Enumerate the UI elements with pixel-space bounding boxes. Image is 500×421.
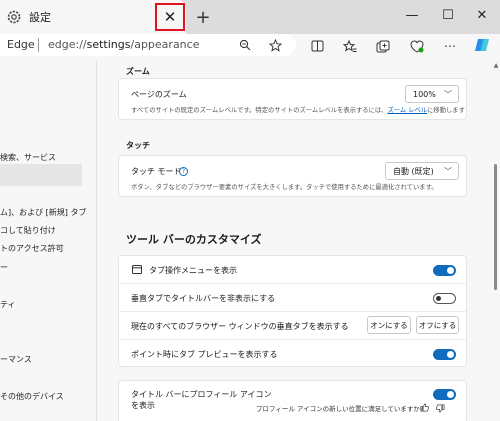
help-icon[interactable]: ?	[179, 167, 188, 176]
toolbar-row-label: 垂直タブでタイトルバーを非表示にする	[131, 294, 276, 303]
page-zoom-value: 100%	[413, 89, 436, 99]
zoom-card: ページのズーム すべてのサイトの既定のズームレベルです。特定のサイトのズームレベ…	[118, 78, 467, 120]
row-divider	[119, 339, 466, 340]
site-label: Edge	[7, 38, 35, 51]
feedback-prompt: プロフィール アイコンの新しい位置に満足していますか?	[256, 405, 424, 413]
chevron-down-icon: ﹀	[444, 167, 452, 176]
favorites-icon[interactable]	[341, 37, 359, 55]
settings-sidebar: 検索、サービス ム]、および [新規] タブ コして貼り付け トのアクセス許可 …	[0, 60, 96, 421]
sidebar-item-start-home-newtab[interactable]: ム]、および [新規] タブ	[0, 207, 86, 218]
touch-mode-description: ボタン、タブなどのブラウザー要素のサイズを大きくします。タッチで使用するために最…	[131, 184, 438, 191]
thumbs-up-icon[interactable]	[418, 401, 430, 413]
minimize-button[interactable]: —	[398, 4, 426, 26]
omnibox[interactable]: Edge edge://settings/appearance	[0, 34, 296, 56]
sidebar-item-search-services[interactable]: 検索、サービス	[0, 152, 56, 163]
profile-icon-label-line1: タイトル バーにプロフィール アイコン	[131, 390, 272, 399]
toolbar-card: タブ操作メニューを表示 垂直タブでタイトルバーを非表示にする 現在のすべてのブラ…	[118, 255, 467, 367]
vertical-tabs-off-button[interactable]: オフにする	[416, 316, 459, 334]
scrollbar-thumb[interactable]	[494, 164, 497, 290]
url-text[interactable]: edge://settings/appearance	[48, 38, 199, 51]
zoom-icon[interactable]	[236, 36, 254, 54]
sidebar-item-performance[interactable]: ーマンス	[0, 354, 32, 365]
profile-icon-card: タイトル バーにプロフィール アイコン を表示	[118, 380, 467, 421]
tab-title: 設定	[29, 11, 51, 24]
chevron-down-icon: ﹀	[444, 90, 452, 99]
page-zoom-label: ページのズーム	[131, 90, 187, 99]
row-divider	[119, 283, 466, 284]
scroll-up-arrow-icon[interactable]: ▲	[492, 62, 500, 69]
thumbs-down-icon[interactable]	[434, 402, 446, 414]
page-zoom-select[interactable]: 100% ﹀	[405, 85, 459, 103]
page-scrollbar[interactable]: ▲	[492, 60, 500, 421]
zoom-levels-link[interactable]: ズーム レベル	[387, 107, 427, 114]
touch-mode-value: 自動 (既定)	[393, 166, 434, 176]
browser-essentials-icon[interactable]	[408, 37, 426, 55]
omnibox-divider	[38, 38, 39, 52]
touch-mode-select[interactable]: 自動 (既定) ﹀	[385, 162, 459, 180]
settings-main: ズーム ページのズーム すべてのサイトの既定のズームレベルです。特定のサイトのズ…	[96, 60, 492, 421]
sidebar-item-downloads[interactable]: ー	[0, 262, 8, 273]
close-tab-button[interactable]: ✕	[155, 3, 185, 31]
collections-icon[interactable]	[374, 37, 392, 55]
customize-toolbar-title: ツール バーのカスタマイズ	[126, 233, 262, 246]
title-bar: 設定 ✕ + — ☐ ✕	[0, 0, 500, 34]
toolbar-row-label: タブ操作メニューを表示	[149, 266, 237, 275]
copilot-icon[interactable]	[473, 36, 491, 54]
toolbar-row-label: ポイント時にタブ プレビューを表示する	[131, 350, 278, 359]
vertical-tabs-on-button[interactable]: オンにする	[367, 316, 411, 334]
tab-preview-toggle[interactable]	[433, 349, 456, 360]
touch-mode-label: タッチ モード	[131, 167, 182, 176]
new-tab-button[interactable]: +	[192, 6, 214, 28]
split-screen-icon[interactable]	[308, 37, 326, 55]
tab-actions-menu-icon	[132, 265, 142, 274]
sidebar-item-appearance[interactable]	[0, 164, 82, 186]
hide-title-bar-toggle[interactable]	[433, 293, 456, 304]
page-zoom-description: すべてのサイトの既定のズームレベルです。特定のサイトのズームレベルを表示するには…	[131, 107, 465, 114]
maximize-button[interactable]: ☐	[434, 4, 462, 26]
tab-actions-menu-toggle[interactable]	[433, 265, 456, 276]
toolbar-row-label: 現在のすべてのブラウザー ウィンドウの垂直タブを表示する	[131, 322, 349, 331]
tab-settings[interactable]: 設定 ✕	[0, 0, 186, 34]
favorite-star-icon[interactable]	[266, 36, 284, 54]
touch-card: タッチ モード ? ボタン、タブなどのブラウザー要素のサイズを大きくします。タッ…	[118, 155, 467, 197]
sidebar-item-share-copy-paste[interactable]: コして貼り付け	[0, 225, 56, 236]
more-options-icon[interactable]: ⋯	[441, 37, 459, 55]
row-divider	[119, 311, 466, 312]
touch-section-title: タッチ	[126, 141, 150, 150]
close-window-button[interactable]: ✕	[468, 4, 496, 26]
sidebar-item-accessibility[interactable]: ティ	[0, 299, 16, 310]
gear-icon	[7, 10, 21, 24]
profile-icon-toggle[interactable]	[433, 389, 456, 400]
sidebar-item-other-devices[interactable]: その他のデバイス	[0, 391, 64, 402]
sidebar-item-site-permissions[interactable]: トのアクセス許可	[0, 243, 64, 254]
address-bar: Edge edge://settings/appearance ⋯	[0, 34, 500, 60]
zoom-section-title: ズーム	[126, 67, 150, 76]
profile-icon-label-line2: を表示	[131, 401, 155, 410]
